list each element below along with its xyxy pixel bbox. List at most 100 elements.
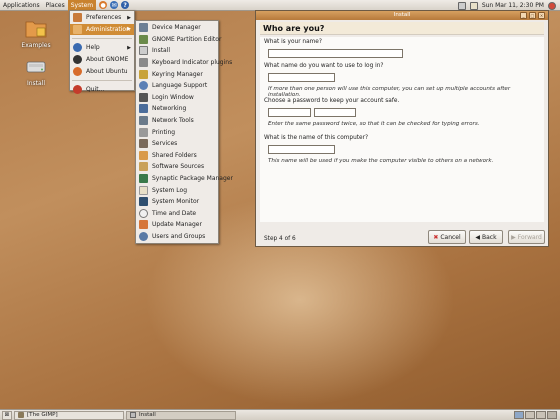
email-icon[interactable]: ✉ xyxy=(110,1,119,9)
admin-item-keyring-manager[interactable]: Keyring Manager xyxy=(136,68,218,80)
menu-item-label: Network Tools xyxy=(152,117,194,125)
system-menu-dropdown: Preferences ▶ Administration ▶ Help ▶ Ab… xyxy=(69,10,135,95)
step-indicator: Step 4 of 6 xyxy=(264,236,296,242)
admin-item-language-support[interactable]: Language Support xyxy=(136,80,218,92)
menu-item-about-gnome[interactable]: About GNOME xyxy=(70,54,134,66)
admin-item-time-and-date[interactable]: Time and Date xyxy=(136,208,218,220)
firefox-icon[interactable]: ● xyxy=(99,1,108,9)
forward-button[interactable]: ▶ Forward xyxy=(508,230,545,244)
admin-item-system-log[interactable]: System Log xyxy=(136,184,218,196)
password-field[interactable] xyxy=(268,108,311,117)
admin-item-network-tools[interactable]: Network Tools xyxy=(136,115,218,127)
menu-item-label: Printing xyxy=(152,128,176,136)
menu-item-quit[interactable]: Quit... xyxy=(70,84,134,96)
applications-menu[interactable]: Applications xyxy=(0,0,43,11)
admin-item-partition-editor[interactable]: GNOME Partition Editor xyxy=(136,34,221,46)
menu-item-label: About Ubuntu xyxy=(86,67,128,75)
desktop-icon-examples[interactable]: Examples xyxy=(16,18,56,49)
menu-item-label: Services xyxy=(152,140,178,148)
menu-item-label: Synaptic Package Manager xyxy=(152,175,233,183)
shared-folder-icon xyxy=(139,150,148,160)
menu-item-label: Device Manager xyxy=(152,24,201,32)
admin-item-update-manager[interactable]: Update Manager xyxy=(136,219,218,231)
places-menu[interactable]: Places xyxy=(43,0,68,11)
software-sources-icon xyxy=(139,162,148,172)
admin-item-keyboard-indicator[interactable]: Keyboard Indicator plugins xyxy=(136,57,232,69)
minimize-button[interactable]: _ xyxy=(520,12,527,19)
dialog-titlebar[interactable]: Install _ □ × xyxy=(256,11,548,20)
power-icon[interactable] xyxy=(548,1,556,10)
system-menu[interactable]: System xyxy=(67,0,97,11)
menu-item-label: Preferences xyxy=(86,14,122,22)
bottom-panel: ⊠ [The GIMP] Install xyxy=(0,409,560,420)
admin-item-login-window[interactable]: Login Window xyxy=(136,92,218,104)
menu-item-about-ubuntu[interactable]: About Ubuntu xyxy=(70,65,134,77)
taskbar-item-label: Install xyxy=(139,412,156,418)
admin-item-install[interactable]: Install xyxy=(136,45,218,57)
menu-item-label: Keyring Manager xyxy=(152,70,203,78)
dialog-title: Install xyxy=(393,12,411,18)
help-icon xyxy=(73,43,82,53)
volume-icon[interactable] xyxy=(469,1,478,10)
username-field[interactable] xyxy=(268,73,335,82)
administration-icon xyxy=(73,24,82,34)
maximize-button[interactable]: □ xyxy=(529,12,536,19)
workspace-3[interactable] xyxy=(536,411,546,419)
folder-icon xyxy=(25,21,47,38)
forward-label: Forward xyxy=(517,233,542,241)
admin-item-system-monitor[interactable]: System Monitor xyxy=(136,196,218,208)
password-hint: Enter the same password twice, so that i… xyxy=(268,121,480,127)
admin-item-networking[interactable]: Networking xyxy=(136,103,218,115)
ubuntu-icon xyxy=(73,66,82,76)
device-manager-icon xyxy=(139,23,148,33)
administration-submenu: Device Manager GNOME Partition Editor In… xyxy=(135,20,233,244)
show-desktop-button[interactable]: ⊠ xyxy=(2,410,12,420)
cancel-label: Cancel xyxy=(440,233,461,241)
back-label: Back xyxy=(482,233,497,241)
menu-item-label: Update Manager xyxy=(152,221,202,229)
taskbar-item-gimp[interactable]: [The GIMP] xyxy=(14,410,124,420)
menu-item-label: Networking xyxy=(152,105,187,113)
forward-arrow-icon: ▶ xyxy=(511,233,516,241)
admin-item-synaptic[interactable]: Synaptic Package Manager xyxy=(136,173,233,185)
login-window-icon xyxy=(139,92,148,102)
help-icon[interactable]: ? xyxy=(121,1,130,9)
dialog-body: What is your name? What name do you want… xyxy=(260,37,544,222)
menu-item-label: Login Window xyxy=(152,93,194,101)
menu-item-label: System Monitor xyxy=(152,198,200,206)
taskbar-item-install[interactable]: Install xyxy=(126,410,236,420)
confirm-password-field[interactable] xyxy=(314,108,356,117)
admin-item-software-sources[interactable]: Software Sources xyxy=(136,161,218,173)
menu-item-help[interactable]: Help ▶ xyxy=(70,42,134,54)
network-icon[interactable] xyxy=(457,1,466,10)
full-name-field[interactable] xyxy=(268,49,403,58)
show-desktop-icon: ⊠ xyxy=(4,412,10,418)
menu-item-preferences[interactable]: Preferences ▶ xyxy=(70,12,134,24)
workspace-1[interactable] xyxy=(514,411,524,419)
admin-item-shared-folders[interactable]: Shared Folders xyxy=(136,150,218,162)
desktop-icon-install[interactable]: Install xyxy=(16,58,56,87)
admin-item-services[interactable]: Services xyxy=(136,138,218,150)
workspace-2[interactable] xyxy=(525,411,535,419)
menu-item-label: About GNOME xyxy=(86,56,129,64)
cancel-button[interactable]: ✖ Cancel xyxy=(428,230,466,244)
computer-name-field[interactable] xyxy=(268,145,335,154)
desktop-icon-label: Examples xyxy=(21,42,51,49)
computer-name-hint: This name will be used if you make the c… xyxy=(268,158,494,164)
disk-icon xyxy=(26,61,46,73)
clock[interactable]: Sun Mar 11, 2:30 PM xyxy=(482,2,544,9)
users-icon xyxy=(139,231,148,241)
admin-item-device-manager[interactable]: Device Manager xyxy=(136,22,218,34)
back-button[interactable]: ◀ Back xyxy=(469,230,503,244)
menu-item-label: Keyboard Indicator plugins xyxy=(152,59,233,67)
close-button[interactable]: × xyxy=(538,12,545,19)
system-log-icon xyxy=(139,185,148,195)
trash-icon[interactable] xyxy=(547,411,557,419)
language-icon xyxy=(139,81,148,91)
password-label: Choose a password to keep your account s… xyxy=(264,98,400,104)
menu-item-administration[interactable]: Administration ▶ xyxy=(70,23,134,36)
admin-item-users-and-groups[interactable]: Users and Groups xyxy=(136,231,218,243)
menu-item-label: Language Support xyxy=(152,82,208,90)
menu-item-label: Time and Date xyxy=(152,209,197,217)
admin-item-printing[interactable]: Printing xyxy=(136,126,218,138)
